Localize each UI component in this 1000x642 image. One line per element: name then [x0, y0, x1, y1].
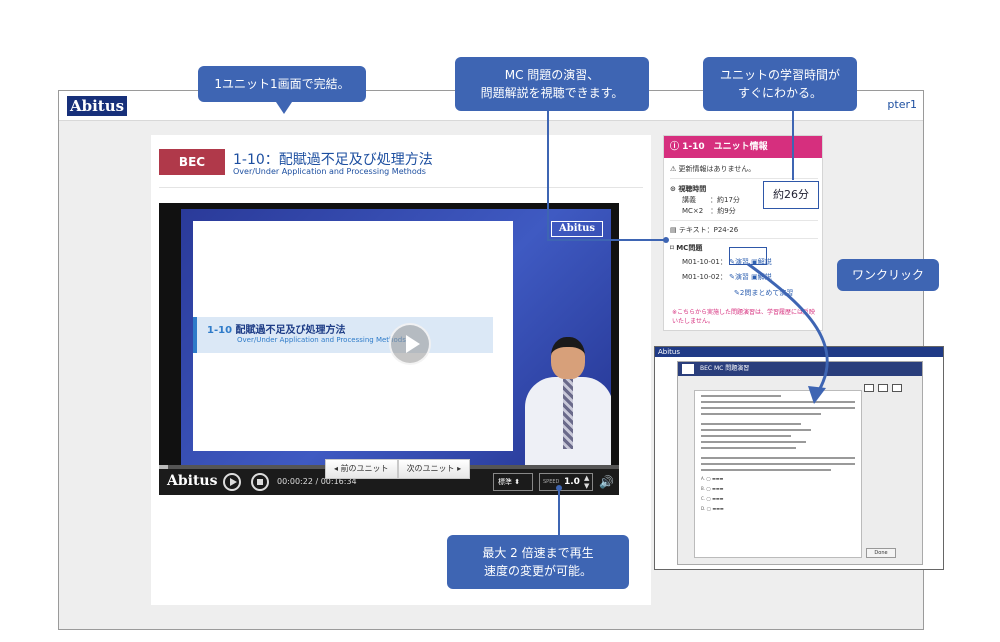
- leader-line: [558, 488, 560, 536]
- mc-time-value: ：約9分: [710, 207, 736, 215]
- video-player[interactable]: Abitus 1-10 配賦過不足及び処理方法 Over/Under Appli…: [159, 203, 619, 495]
- speed-control[interactable]: SPEED 1.0 ▲ ▼: [539, 473, 593, 491]
- arrow-head: [808, 386, 826, 404]
- mc-section-label: ⌑ MC問題: [670, 243, 702, 253]
- speed-stepper-icon[interactable]: ▲ ▼: [584, 474, 589, 490]
- stop-icon[interactable]: [251, 473, 269, 491]
- slide-title: 1-10 配賦過不足及び処理方法: [207, 321, 346, 336]
- calculator-icon[interactable]: [864, 384, 874, 392]
- leader-dot: [556, 485, 562, 491]
- callout-tail: [276, 102, 292, 114]
- next-unit-button[interactable]: 次のユニット ▸: [397, 459, 471, 479]
- leader-dot: [663, 237, 669, 243]
- quality-value: 標準: [498, 478, 512, 486]
- text-line: [701, 447, 796, 449]
- info-icon: ⓘ: [670, 142, 683, 152]
- callout-one-click: ワンクリック: [837, 259, 939, 291]
- mc-time-label: MC×2: [682, 207, 704, 215]
- unit-subtitle: Over/Under Application and Processing Me…: [233, 167, 426, 176]
- speed-label: SPEED: [543, 479, 560, 485]
- book-icon: ▤: [670, 226, 679, 234]
- mc-item-id: M01-10-02：: [682, 273, 727, 281]
- lecture-time-value: ：約17分: [710, 196, 740, 204]
- answer-choice[interactable]: A. ◯ ▬▬▬: [701, 476, 855, 481]
- mc-section-text: MC問題: [676, 244, 703, 252]
- lecture-slide: 1-10 配賦過不足及び処理方法 Over/Under Application …: [193, 221, 513, 451]
- speed-value: 1.0: [564, 477, 580, 487]
- update-notice-text: 更新情報はありません。: [678, 165, 756, 173]
- slide-number: 1-10: [207, 325, 233, 336]
- callout-one-screen: 1ユニット1画面で完結。: [198, 66, 366, 102]
- info-header-text: 1-10 ユニット情報: [682, 142, 768, 152]
- leader-line: [792, 111, 794, 180]
- text-line: [701, 469, 831, 471]
- text-pages-value: テキスト：P24-26: [678, 226, 739, 234]
- text-line: [701, 435, 791, 437]
- lecture-label: 講義: [682, 196, 696, 204]
- lecture-time: 講義 ：約17分: [682, 195, 740, 205]
- chevron-right-icon: ▸: [454, 464, 462, 473]
- text-line: [701, 463, 855, 465]
- presenter-head: [551, 337, 585, 379]
- total-time-highlight: 約26分: [763, 181, 819, 209]
- text-line: [701, 423, 801, 425]
- done-button[interactable]: Done: [866, 548, 896, 558]
- leader-line: [547, 239, 667, 241]
- unit-pager: ◂ 前のユニット 次のユニット ▸: [325, 459, 471, 479]
- viewing-time-label: ⊙ 視聴時間: [670, 184, 706, 194]
- mc-question-document: A. ◯ ▬▬▬ B. ◯ ▬▬▬ C. ◯ ▬▬▬ D. ◯ ▬▬▬: [694, 390, 862, 558]
- update-notice: ⚠ 更新情報はありません。: [670, 164, 755, 174]
- answer-choice[interactable]: C. ◯ ▬▬▬: [701, 496, 855, 501]
- chevron-updown-icon: ⬍: [514, 478, 521, 486]
- unit-title: 1-10：配賦過不足及び処理方法: [233, 152, 433, 168]
- video-watermark-logo: Abitus: [551, 221, 603, 237]
- info-panel-header: ⓘ 1-10 ユニット情報: [664, 136, 822, 158]
- next-unit-label: 次のユニット: [406, 464, 455, 473]
- viewing-time-text: 視聴時間: [678, 185, 707, 193]
- app-icon: [682, 364, 694, 374]
- divider: [670, 238, 818, 239]
- callout-mc-practice: MC 問題の演習、 問題解説を視聴できます。: [455, 57, 649, 111]
- text-pages: ▤ テキスト：P24-26: [670, 225, 738, 235]
- one-click-arrow: [747, 262, 829, 404]
- player-logo: Abitus: [167, 473, 218, 489]
- prev-unit-label: 前のユニット: [340, 464, 389, 473]
- mc-item-id: M01-10-01：: [682, 258, 727, 266]
- presenter-image: [521, 337, 611, 465]
- arrow-path: [747, 262, 829, 393]
- text-line: [701, 441, 806, 443]
- video-screen[interactable]: Abitus 1-10 配賦過不足及び処理方法 Over/Under Appli…: [181, 209, 611, 465]
- flag-icon[interactable]: [892, 384, 902, 392]
- mc-time: MC×2 ：約9分: [682, 206, 736, 216]
- slide-title-text: 配賦過不足及び処理方法: [235, 325, 346, 336]
- callout-speed: 最大 2 倍速まで再生 速度の変更が可能。: [447, 535, 629, 589]
- divider: [670, 178, 818, 179]
- promo-screenshot: Abitus pter1 BEC 1-10：配賦過不足及び処理方法 Over/U…: [0, 0, 1000, 642]
- volume-icon[interactable]: 🔊: [599, 475, 614, 489]
- slide-subtitle: Over/Under Application and Processing Me…: [237, 336, 406, 344]
- slide-title-bar: 1-10 配賦過不足及び処理方法 Over/Under Application …: [193, 317, 493, 353]
- play-overlay-icon[interactable]: [389, 323, 431, 365]
- warning-icon: ⚠: [670, 165, 679, 173]
- brand-logo[interactable]: Abitus: [67, 96, 127, 116]
- presenter-tie: [563, 379, 573, 449]
- chapter-link[interactable]: pter1: [887, 98, 917, 111]
- divider: [670, 220, 818, 221]
- text-line: [701, 413, 821, 415]
- leader-line: [547, 111, 549, 241]
- callout-study-time: ユニットの学習時間が すぐにわかる。: [703, 57, 857, 111]
- play-icon[interactable]: [223, 473, 241, 491]
- answer-choice[interactable]: D. ◯ ▬▬▬: [701, 506, 855, 511]
- text-line: [701, 457, 855, 459]
- text-line: [701, 429, 811, 431]
- prev-unit-button[interactable]: ◂ 前のユニット: [325, 459, 398, 479]
- quality-select[interactable]: 標準 ⬍: [493, 473, 533, 491]
- print-icon[interactable]: [878, 384, 888, 392]
- section-badge: BEC: [159, 149, 225, 175]
- answer-choice[interactable]: B. ◯ ▬▬▬: [701, 486, 855, 491]
- divider: [159, 187, 643, 188]
